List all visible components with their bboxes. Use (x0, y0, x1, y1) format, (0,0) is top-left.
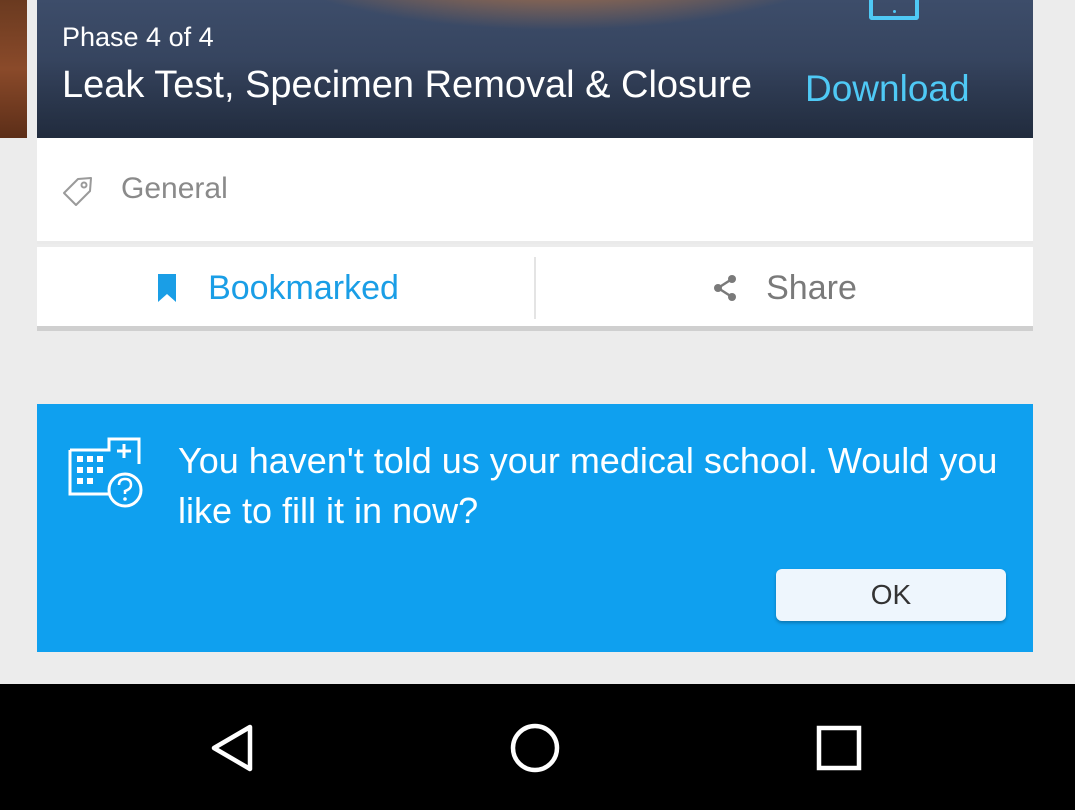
hospital-question-icon (68, 437, 143, 508)
bookmark-icon (158, 274, 177, 302)
download-button[interactable]: Download (805, 68, 970, 110)
phase-indicator: Phase 4 of 4 (62, 22, 214, 52)
phase-hero-card[interactable]: Phase 4 of 4 Leak Test, Specimen Removal… (37, 0, 1033, 138)
ok-button[interactable]: OK (776, 569, 1006, 621)
home-circle-icon[interactable] (508, 721, 562, 775)
banner-message: You haven't told us your medical school.… (178, 440, 998, 531)
tag-label: General (121, 172, 228, 205)
recents-square-icon[interactable] (812, 721, 866, 775)
share-icon (714, 275, 737, 301)
tablet-icon[interactable] (869, 0, 919, 20)
action-row: Bookmarked Share (37, 247, 1033, 331)
bookmark-button[interactable]: Bookmarked (37, 247, 534, 329)
phase-title: Leak Test, Specimen Removal & Closure (62, 64, 752, 106)
share-label: Share (766, 268, 857, 307)
previous-card-peek[interactable] (0, 0, 27, 138)
medical-school-prompt-banner: You haven't told us your medical school.… (37, 404, 1033, 652)
tag-row: General (37, 138, 1033, 244)
bookmark-label: Bookmarked (208, 268, 399, 307)
back-triangle-icon[interactable] (206, 721, 260, 775)
tag-icon (63, 177, 92, 206)
system-nav-bar (0, 684, 1075, 810)
share-button[interactable]: Share (536, 247, 1033, 329)
